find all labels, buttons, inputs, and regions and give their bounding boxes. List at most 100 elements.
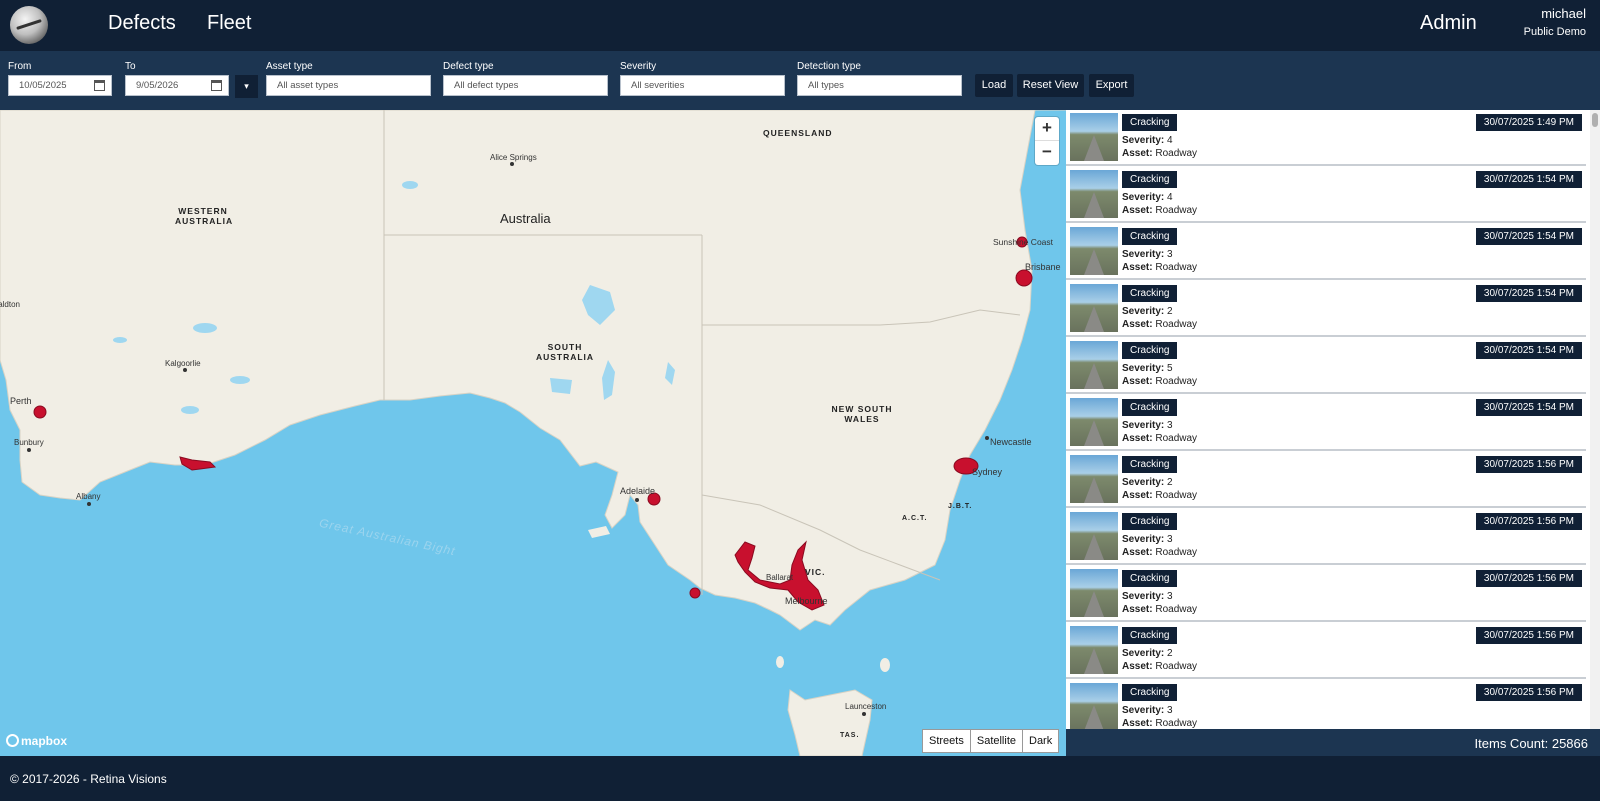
defect-marker-perth — [33, 405, 47, 419]
severity-field-label: Severity: — [1122, 477, 1165, 488]
defect-date-badge: 30/07/2025 1:56 PM — [1475, 456, 1582, 473]
mapbox-logo-icon — [6, 734, 19, 747]
asset-field-label: Asset: — [1122, 148, 1153, 159]
severity-field-label: Severity: — [1122, 192, 1165, 203]
list-item[interactable]: Cracking 30/07/2025 1:56 PM Severity: 3 … — [1066, 509, 1586, 565]
list-item[interactable]: Cracking 30/07/2025 1:54 PM Severity: 4 … — [1066, 167, 1586, 223]
asset-field-label: Asset: — [1122, 205, 1153, 216]
severity-value: 4 — [1167, 135, 1173, 146]
list-item[interactable]: Cracking 30/07/2025 1:54 PM Severity: 5 … — [1066, 338, 1586, 394]
nav-admin[interactable]: Admin — [1420, 12, 1477, 35]
defect-thumbnail[interactable] — [1070, 569, 1118, 617]
severity-label: Severity — [620, 61, 657, 72]
label-western-australia: WESTERN AUSTRALIA — [175, 206, 234, 226]
date-range-dropdown-button[interactable]: ▾ — [235, 75, 258, 98]
filter-bar: From 10/05/2025 To 9/05/2026 ▾ Asset typ… — [0, 51, 1600, 110]
defect-thumbnail[interactable] — [1070, 170, 1118, 218]
zoom-out-button[interactable]: − — [1035, 141, 1059, 165]
defect-thumbnail[interactable] — [1070, 341, 1118, 389]
zoom-in-button[interactable]: + — [1035, 117, 1059, 141]
city-dot-launceston — [862, 712, 866, 716]
mapbox-attribution[interactable]: mapbox — [6, 734, 67, 748]
defect-thumbnail[interactable] — [1070, 284, 1118, 332]
list-item[interactable]: Cracking 30/07/2025 1:56 PM Severity: 3 … — [1066, 566, 1586, 622]
asset-row: Asset: Roadway — [1122, 262, 1197, 273]
defect-type-select[interactable]: All defect types — [443, 75, 608, 96]
asset-type-select[interactable]: All asset types — [266, 75, 431, 96]
nav-defects[interactable]: Defects — [108, 12, 176, 35]
defect-thumbnail[interactable] — [1070, 683, 1118, 729]
export-button[interactable]: Export — [1089, 74, 1134, 97]
style-dark-button[interactable]: Dark — [1023, 730, 1058, 752]
to-date-input[interactable]: 9/05/2026 — [125, 75, 229, 96]
mainland-landmass — [0, 110, 1066, 631]
label-kalgoorlie: Kalgoorlie — [165, 359, 201, 368]
asset-value: Roadway — [1155, 433, 1198, 444]
user-org: Public Demo — [1523, 26, 1586, 38]
label-australia: Australia — [500, 211, 551, 226]
severity-field-label: Severity: — [1122, 648, 1165, 659]
severity-select[interactable]: All severities — [620, 75, 785, 96]
from-date-input[interactable]: 10/05/2025 — [8, 75, 112, 96]
reset-view-button[interactable]: Reset View — [1017, 74, 1084, 97]
map-canvas — [0, 110, 1066, 756]
lake-wa-5 — [113, 337, 127, 343]
retina-visions-logo[interactable] — [10, 6, 48, 44]
list-item[interactable]: Cracking 30/07/2025 1:56 PM Severity: 2 … — [1066, 452, 1586, 508]
asset-field-label: Asset: — [1122, 319, 1153, 330]
asset-field-label: Asset: — [1122, 604, 1153, 615]
list-item[interactable]: Cracking 30/07/2025 1:54 PM Severity: 2 … — [1066, 281, 1586, 337]
asset-value: Roadway — [1155, 604, 1198, 615]
load-button[interactable]: Load — [975, 74, 1013, 97]
user-name: michael — [1541, 6, 1586, 21]
list-scrollbar[interactable] — [1590, 110, 1600, 729]
style-satellite-button[interactable]: Satellite — [971, 730, 1023, 752]
asset-row: Asset: Roadway — [1122, 376, 1197, 387]
list-item[interactable]: Cracking 30/07/2025 1:49 PM Severity: 4 … — [1066, 110, 1586, 166]
defect-thumbnail[interactable] — [1070, 398, 1118, 446]
defect-date-badge: 30/07/2025 1:56 PM — [1475, 570, 1582, 587]
detection-type-select[interactable]: All types — [797, 75, 962, 96]
defect-thumbnail[interactable] — [1070, 512, 1118, 560]
defect-map[interactable]: QUEENSLAND WESTERN AUSTRALIA SOUTH AUSTR… — [0, 110, 1066, 756]
defect-type-badge: Cracking — [1122, 171, 1178, 188]
user-menu[interactable]: michael Public Demo — [1524, 6, 1586, 38]
label-sydney: Sydney — [972, 467, 1003, 477]
footer: © 2017-2026 - Retina Visions — [0, 756, 1600, 801]
style-streets-button[interactable]: Streets — [923, 730, 971, 752]
list-item[interactable]: Cracking 30/07/2025 1:54 PM Severity: 3 … — [1066, 395, 1586, 451]
flinders-island — [880, 658, 890, 672]
severity-field-label: Severity: — [1122, 534, 1165, 545]
defect-type-badge: Cracking — [1122, 456, 1178, 473]
defect-list[interactable]: Cracking 30/07/2025 1:49 PM Severity: 4 … — [1066, 110, 1600, 729]
lake-wa-4 — [402, 181, 418, 189]
nav-fleet[interactable]: Fleet — [207, 12, 251, 35]
defect-type-badge: Cracking — [1122, 228, 1178, 245]
list-item[interactable]: Cracking 30/07/2025 1:56 PM Severity: 3 … — [1066, 680, 1586, 729]
list-item[interactable]: Cracking 30/07/2025 1:56 PM Severity: 2 … — [1066, 623, 1586, 679]
asset-row: Asset: Roadway — [1122, 319, 1197, 330]
detection-type-label: Detection type — [797, 61, 861, 72]
list-item[interactable]: Cracking 30/07/2025 1:54 PM Severity: 3 … — [1066, 224, 1586, 280]
label-tas: TAS. — [840, 732, 860, 739]
city-dot-alice — [510, 162, 514, 166]
severity-field-label: Severity: — [1122, 249, 1165, 260]
zoom-control: + − — [1035, 117, 1059, 165]
severity-field-label: Severity: — [1122, 363, 1165, 374]
scrollbar-thumb[interactable] — [1592, 113, 1598, 127]
defect-type-badge: Cracking — [1122, 342, 1178, 359]
severity-field-label: Severity: — [1122, 420, 1165, 431]
label-vic: VIC. — [805, 567, 826, 577]
defect-thumbnail[interactable] — [1070, 626, 1118, 674]
kangaroo-island — [588, 526, 610, 538]
severity-value: 2 — [1167, 477, 1173, 488]
calendar-icon[interactable] — [211, 80, 222, 91]
severity-row: Severity: 4 — [1122, 192, 1173, 203]
defect-thumbnail[interactable] — [1070, 455, 1118, 503]
asset-value: Roadway — [1155, 205, 1198, 216]
asset-field-label: Asset: — [1122, 433, 1153, 444]
calendar-icon[interactable] — [94, 80, 105, 91]
defect-thumbnail[interactable] — [1070, 113, 1118, 161]
asset-field-label: Asset: — [1122, 718, 1153, 729]
defect-thumbnail[interactable] — [1070, 227, 1118, 275]
